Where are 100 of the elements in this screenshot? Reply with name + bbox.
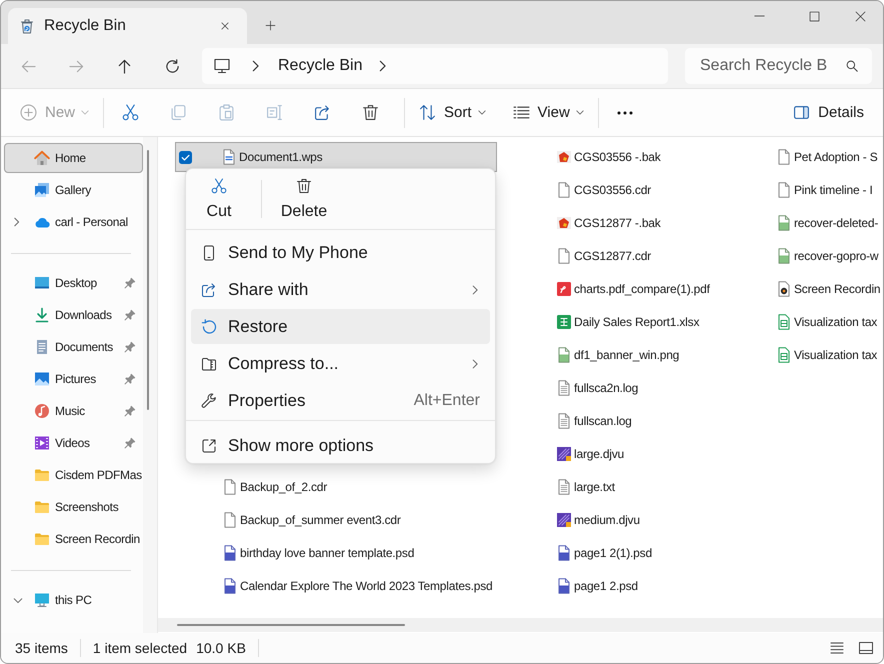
checkbox-icon[interactable] <box>179 150 192 164</box>
refresh-icon[interactable] <box>164 58 180 74</box>
address-bar[interactable]: Recycle Bin <box>202 48 668 84</box>
psd-file-icon <box>222 578 238 594</box>
delete-button[interactable]: Delete <box>269 174 339 224</box>
cut-button[interactable]: Cut <box>191 174 247 224</box>
file-item[interactable]: large.txt <box>556 479 615 495</box>
scissors-icon[interactable] <box>211 178 227 194</box>
caret-icon[interactable] <box>478 110 486 115</box>
sidebar-item[interactable]: Music <box>34 403 85 419</box>
plus-icon[interactable] <box>265 20 276 30</box>
download-icon <box>34 307 50 323</box>
selection-count: 1 item selected <box>92 640 188 656</box>
file-item[interactable]: medium.djvu <box>556 512 640 528</box>
video-icon <box>34 435 50 451</box>
tab[interactable]: Recycle Bin <box>8 8 247 44</box>
menu-item[interactable]: Show more options <box>191 428 490 463</box>
sort-button[interactable]: Sort <box>411 96 494 130</box>
preview-pane-icon[interactable] <box>858 640 874 656</box>
sidebar-item[interactable]: Screen Recordin <box>34 531 140 547</box>
share-icon <box>201 282 217 298</box>
spreadsheet-icon <box>776 314 792 330</box>
file-item[interactable]: CGS03556 -.bak <box>556 149 661 165</box>
file-item[interactable]: birthday love banner template.psd <box>222 545 414 561</box>
file-item[interactable]: large.djvu <box>556 446 624 462</box>
file-item[interactable]: Screen Recordin <box>776 281 880 297</box>
file-item[interactable]: CGS12877.cdr <box>556 248 651 264</box>
pdf-file-icon <box>556 281 572 297</box>
backup-file-icon <box>556 149 572 165</box>
scissors-icon[interactable] <box>122 104 139 121</box>
blank-file-icon <box>556 248 572 264</box>
music-note-icon <box>34 403 50 419</box>
menu-item[interactable]: Send to My Phone <box>191 235 490 270</box>
trash-icon[interactable] <box>296 178 312 194</box>
share-icon[interactable] <box>314 104 331 121</box>
list-lines-icon[interactable] <box>512 104 530 121</box>
djvu-file-icon <box>556 512 572 528</box>
sort-arrows-icon[interactable] <box>419 104 436 121</box>
list-view-icon[interactable] <box>829 640 845 656</box>
close-icon[interactable] <box>220 21 230 31</box>
more-dots-icon[interactable] <box>616 110 633 114</box>
shortcut-label: Alt+Enter <box>414 392 480 410</box>
sidebar-item[interactable]: Home <box>4 143 143 173</box>
monitor-icon[interactable] <box>214 58 230 74</box>
file-item[interactable]: recover-deleted- <box>776 215 878 231</box>
scrollbar-thumb[interactable] <box>147 150 149 410</box>
menu-item[interactable]: Restore <box>191 309 490 344</box>
sidebar-item[interactable]: carl - Personal <box>34 214 128 230</box>
file-item[interactable]: fullsca2n.log <box>556 380 638 396</box>
caret-icon[interactable] <box>576 110 584 115</box>
file-item[interactable]: df1_banner_win.png <box>556 347 680 363</box>
arrow-up-icon[interactable] <box>116 58 132 74</box>
document-icon <box>34 339 50 355</box>
file-item[interactable]: Backup_of_summer event3.cdr <box>222 512 401 528</box>
scrollbar-thumb[interactable] <box>177 624 405 626</box>
details-button[interactable]: Details <box>785 96 872 130</box>
panel-icon[interactable] <box>793 104 810 121</box>
sidebar-item[interactable]: Pictures <box>34 371 96 387</box>
sidebar-item[interactable]: Gallery <box>34 182 91 198</box>
file-item[interactable]: Calendar Explore The World 2023 Templates.psd <box>222 578 492 594</box>
sidebar-item[interactable]: Screenshots <box>34 499 118 515</box>
file-item[interactable]: Pet Adoption - S <box>776 149 878 165</box>
sidebar-item[interactable]: Videos <box>34 435 90 451</box>
sidebar-item[interactable]: Cisdem PDFMas <box>34 467 142 483</box>
menu-item[interactable]: Compress to... <box>191 346 490 381</box>
sidebar-item[interactable]: Documents <box>34 339 113 355</box>
chevron-right-icon[interactable] <box>252 60 259 72</box>
sidebar-item[interactable]: Desktop <box>34 275 97 291</box>
menu-item[interactable]: Share with <box>191 272 490 307</box>
trash-icon[interactable] <box>362 104 379 121</box>
png-file-icon <box>556 347 572 363</box>
sidebar-item[interactable]: this PC <box>34 592 92 608</box>
file-item[interactable]: recover-gopro-w <box>776 248 878 264</box>
menu-item[interactable]: Properties Alt+Enter <box>191 383 490 418</box>
file-item[interactable]: page1 2.psd <box>556 578 638 594</box>
search-field[interactable]: Search Recycle B <box>685 48 872 84</box>
file-item[interactable]: Daily Sales Report1.xlsx <box>556 314 700 330</box>
file-item[interactable]: CGS03556.cdr <box>556 182 651 198</box>
sidebar-item[interactable]: Downloads <box>34 307 112 323</box>
breadcrumb[interactable]: Recycle Bin <box>278 55 362 77</box>
item-count: 35 items <box>15 640 68 656</box>
file-item[interactable]: Pink timeline - I <box>776 182 873 198</box>
file-item[interactable]: Visualization tax <box>776 314 878 330</box>
file-item[interactable]: page1 2(1).psd <box>556 545 652 561</box>
maximize-icon[interactable] <box>809 10 820 22</box>
spreadsheet-icon <box>556 314 572 330</box>
file-item[interactable]: Backup_of_2.cdr <box>222 479 328 495</box>
text-file-icon <box>556 413 572 429</box>
file-item[interactable]: CGS12877 -.bak <box>556 215 661 231</box>
view-button[interactable]: View <box>504 96 592 130</box>
minimize-icon[interactable] <box>754 15 765 17</box>
file-item[interactable]: fullscan.log <box>556 413 632 429</box>
backup-file-icon <box>556 215 572 231</box>
blank-file-icon <box>222 479 238 495</box>
close-icon[interactable] <box>855 10 866 22</box>
file-item[interactable]: charts.pdf_compare(1).pdf <box>556 281 710 297</box>
chevron-down-icon[interactable] <box>13 596 23 604</box>
folder-icon <box>34 499 50 515</box>
chevron-right-icon[interactable] <box>379 60 386 72</box>
file-item[interactable]: Visualization tax <box>776 347 878 363</box>
